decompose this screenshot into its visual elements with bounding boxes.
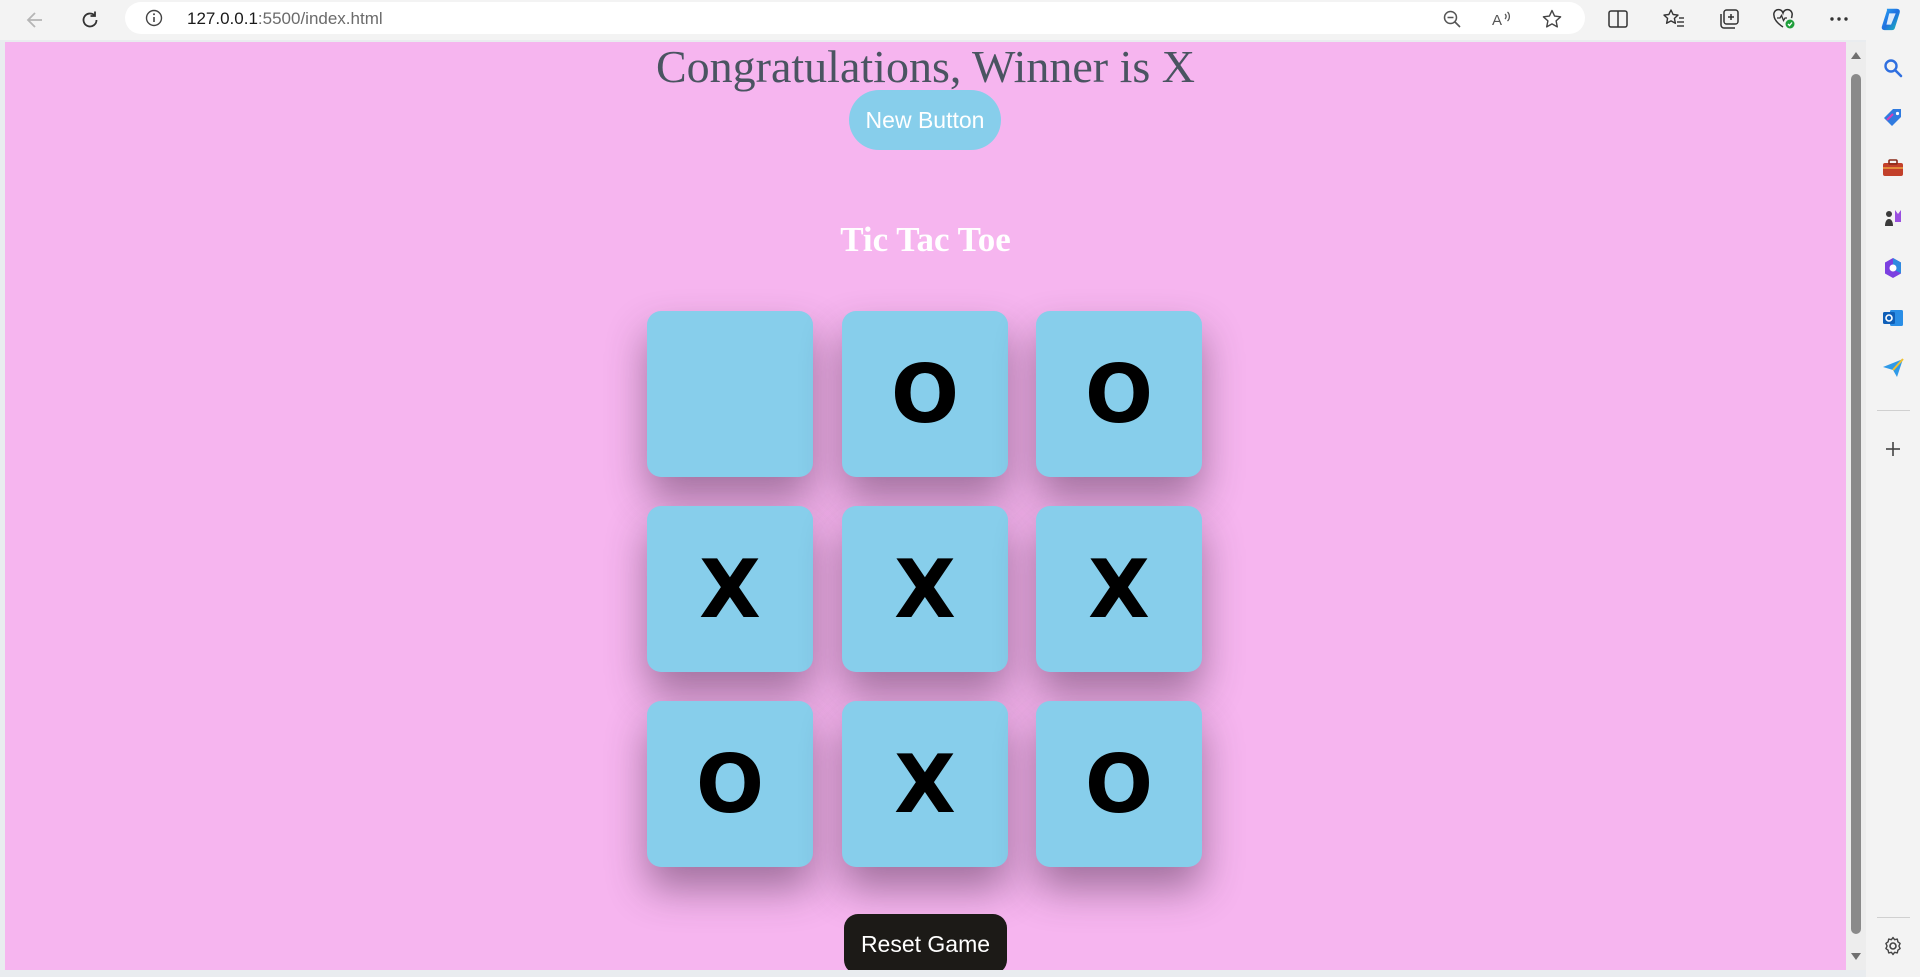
svg-text:A: A — [1492, 12, 1502, 29]
refresh-button[interactable] — [70, 0, 110, 40]
add-icon[interactable] — [1880, 436, 1906, 462]
split-screen-icon[interactable] — [1605, 6, 1631, 32]
browser-sidebar — [1866, 40, 1920, 977]
board-cell-8[interactable]: X — [842, 701, 1008, 867]
browser-toolbar: 127.0.0.1:5500/index.html A — [0, 0, 1920, 40]
window-bottom-edge — [0, 970, 1866, 977]
new-game-button[interactable]: New Button — [849, 90, 1001, 150]
game-board: O O X X X O X O — [647, 311, 1207, 871]
outlook-icon[interactable] — [1880, 305, 1906, 331]
board-cell-2[interactable]: O — [842, 311, 1008, 477]
collections-icon[interactable] — [1716, 6, 1742, 32]
favorites-icon[interactable] — [1661, 6, 1687, 32]
address-bar[interactable]: 127.0.0.1:5500/index.html A — [125, 2, 1585, 34]
settings-icon[interactable] — [1880, 933, 1906, 959]
reset-game-button[interactable]: Reset Game — [844, 914, 1007, 970]
read-aloud-icon[interactable]: A — [1491, 8, 1513, 30]
shopping-icon[interactable] — [1880, 105, 1906, 131]
tools-icon[interactable] — [1880, 155, 1906, 181]
board-cell-4[interactable]: X — [647, 506, 813, 672]
board-cell-6[interactable]: X — [1036, 506, 1202, 672]
board-cell-1[interactable] — [647, 311, 813, 477]
send-icon[interactable] — [1880, 355, 1906, 381]
favorite-star-icon[interactable] — [1541, 8, 1563, 30]
back-icon — [26, 12, 42, 28]
board-cell-9[interactable]: O — [1036, 701, 1202, 867]
url-text[interactable]: 127.0.0.1:5500/index.html — [187, 9, 383, 29]
page-scrollbar[interactable] — [1846, 42, 1866, 970]
scroll-down-arrow-icon[interactable] — [1850, 952, 1862, 962]
more-icon[interactable] — [1826, 6, 1852, 32]
sidebar-divider — [1877, 410, 1910, 411]
office-icon[interactable] — [1880, 255, 1906, 281]
search-icon[interactable] — [1880, 55, 1906, 81]
page-viewport: Congratulations, Winner is X New Button … — [5, 42, 1846, 970]
url-path: :5500/index.html — [257, 9, 383, 28]
url-host: 127.0.0.1 — [187, 9, 258, 28]
sidebar-divider — [1877, 917, 1910, 918]
copilot-icon[interactable] — [1879, 6, 1905, 32]
back-button[interactable] — [15, 0, 55, 40]
board-cell-3[interactable]: O — [1036, 311, 1202, 477]
winner-message: Congratulations, Winner is X — [655, 42, 1196, 92]
refresh-icon — [82, 11, 98, 28]
scrollbar-thumb[interactable] — [1851, 74, 1861, 934]
info-icon[interactable] — [145, 9, 163, 27]
browser-essentials-icon[interactable] — [1771, 6, 1797, 32]
games-icon[interactable] — [1880, 205, 1906, 231]
board-cell-7[interactable]: O — [647, 701, 813, 867]
scroll-up-arrow-icon[interactable] — [1850, 50, 1862, 60]
zoom-out-icon[interactable] — [1441, 8, 1463, 30]
game-title: Tic Tac Toe — [840, 220, 1011, 259]
board-cell-5[interactable]: X — [842, 506, 1008, 672]
